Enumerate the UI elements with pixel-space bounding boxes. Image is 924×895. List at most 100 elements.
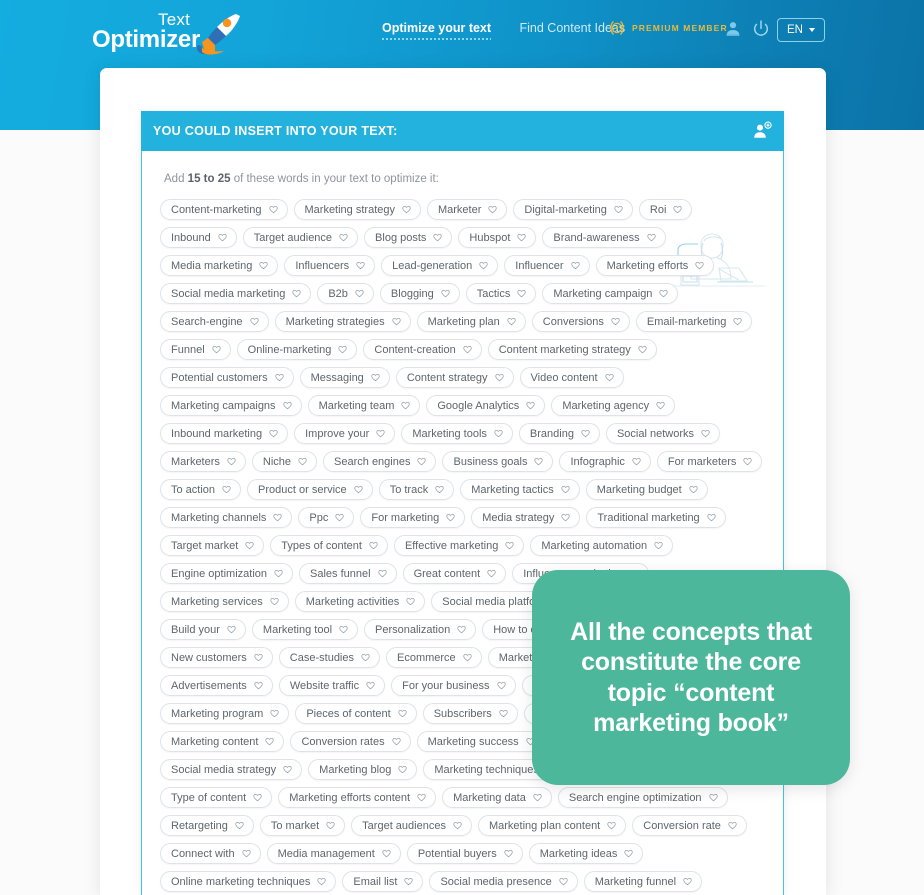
keyword-tag[interactable]: Marketing ideas bbox=[528, 843, 644, 864]
keyword-tag[interactable]: Marketing strategies bbox=[274, 311, 411, 332]
heart-icon[interactable] bbox=[496, 681, 506, 690]
heart-icon[interactable] bbox=[435, 485, 444, 494]
heart-icon[interactable] bbox=[728, 821, 737, 830]
heart-icon[interactable] bbox=[227, 625, 236, 634]
heart-icon[interactable] bbox=[355, 289, 364, 298]
keyword-tag[interactable]: Connect with bbox=[160, 843, 261, 864]
keyword-tag[interactable]: Type of content bbox=[160, 787, 273, 808]
keyword-tag[interactable]: Media management bbox=[266, 843, 401, 864]
keyword-tag[interactable]: Online-marketing bbox=[236, 339, 358, 360]
keyword-tag[interactable]: Marketing services bbox=[160, 591, 289, 612]
keyword-tag[interactable]: Ppc bbox=[298, 507, 355, 528]
heart-icon[interactable] bbox=[335, 513, 344, 522]
language-selector[interactable]: EN bbox=[777, 18, 825, 42]
heart-icon[interactable] bbox=[659, 289, 669, 298]
heart-icon[interactable] bbox=[505, 541, 514, 550]
keyword-tag[interactable]: Potential customers bbox=[160, 367, 294, 388]
keyword-tag[interactable]: Conversion rate bbox=[632, 815, 747, 836]
keyword-tag[interactable]: Marketing campaigns bbox=[160, 395, 302, 416]
keyword-tag[interactable]: Marketing plan content bbox=[477, 815, 627, 836]
keyword-tag[interactable]: Social media strategy bbox=[160, 759, 303, 780]
keyword-tag[interactable]: Types of content bbox=[270, 535, 388, 556]
keyword-tag[interactable]: Content-creation bbox=[363, 339, 482, 360]
heart-icon[interactable] bbox=[218, 233, 227, 242]
keyword-tag[interactable]: Social networks bbox=[605, 423, 721, 444]
heart-icon[interactable] bbox=[504, 849, 513, 858]
heart-icon[interactable] bbox=[507, 317, 516, 326]
keyword-tag[interactable]: Marketing efforts bbox=[595, 255, 715, 276]
heart-icon[interactable] bbox=[356, 261, 365, 270]
heart-icon[interactable] bbox=[339, 625, 348, 634]
keyword-tag[interactable]: To track bbox=[378, 479, 455, 500]
keyword-tag[interactable]: Marketing agency bbox=[551, 395, 676, 416]
keyword-tag[interactable]: Improve your bbox=[294, 423, 396, 444]
heart-icon[interactable] bbox=[494, 373, 504, 382]
heart-icon[interactable] bbox=[446, 513, 455, 522]
heart-icon[interactable] bbox=[274, 569, 283, 578]
keyword-tag[interactable]: Email-marketing bbox=[635, 311, 753, 332]
heart-icon[interactable] bbox=[517, 289, 527, 298]
heart-icon[interactable] bbox=[339, 233, 348, 242]
heart-icon[interactable] bbox=[292, 289, 301, 298]
heart-icon[interactable] bbox=[526, 401, 535, 410]
keyword-tag[interactable]: Marketing tools bbox=[401, 423, 513, 444]
keyword-tag[interactable]: Roi bbox=[638, 199, 693, 220]
keyword-tag[interactable]: Business goals bbox=[442, 451, 554, 472]
keyword-tag[interactable]: Messaging bbox=[299, 367, 390, 388]
keyword-tag[interactable]: Google Analytics bbox=[426, 395, 546, 416]
heart-icon[interactable] bbox=[227, 457, 236, 466]
heart-icon[interactable] bbox=[624, 849, 634, 858]
keyword-tag[interactable]: Retargeting bbox=[160, 815, 254, 836]
keyword-tag[interactable]: Inbound marketing bbox=[160, 423, 289, 444]
heart-icon[interactable] bbox=[463, 345, 472, 354]
keyword-tag[interactable]: Content strategy bbox=[395, 367, 514, 388]
keyword-tag[interactable]: Marketing efforts content bbox=[278, 787, 437, 808]
user-add-icon[interactable] bbox=[752, 121, 772, 141]
heart-icon[interactable] bbox=[222, 485, 231, 494]
heart-icon[interactable] bbox=[376, 429, 385, 438]
keyword-tag[interactable]: Engine optimization bbox=[160, 563, 294, 584]
heart-icon[interactable] bbox=[283, 765, 292, 774]
keyword-tag[interactable]: Build your bbox=[160, 619, 246, 640]
power-logout-icon[interactable] bbox=[751, 19, 771, 39]
heart-icon[interactable] bbox=[733, 317, 743, 326]
heart-icon[interactable] bbox=[433, 233, 443, 242]
keyword-tag[interactable]: Marketing content bbox=[160, 731, 285, 752]
heart-icon[interactable] bbox=[695, 261, 704, 270]
keyword-tag[interactable]: Marketing funnel bbox=[583, 871, 703, 892]
keyword-tag[interactable]: Social media presence bbox=[429, 871, 578, 892]
keyword-tag[interactable]: B2b bbox=[317, 283, 374, 304]
heart-icon[interactable] bbox=[701, 429, 710, 438]
heart-icon[interactable] bbox=[499, 709, 508, 718]
heart-icon[interactable] bbox=[249, 317, 259, 326]
keyword-tag[interactable]: Marketing team bbox=[307, 395, 421, 416]
keyword-tag[interactable]: Content marketing strategy bbox=[487, 339, 657, 360]
heart-icon[interactable] bbox=[534, 457, 544, 466]
heart-icon[interactable] bbox=[282, 401, 292, 410]
heart-icon[interactable] bbox=[298, 457, 307, 466]
heart-icon[interactable] bbox=[673, 205, 683, 214]
keyword-tag[interactable]: Marketing blog bbox=[308, 759, 418, 780]
heart-icon[interactable] bbox=[254, 681, 263, 690]
keyword-tag[interactable]: Marketing success bbox=[416, 731, 545, 752]
heart-icon[interactable] bbox=[656, 401, 665, 410]
heart-icon[interactable] bbox=[398, 765, 407, 774]
keyword-tag[interactable]: Sales funnel bbox=[299, 563, 397, 584]
user-account-icon[interactable] bbox=[723, 19, 743, 39]
keyword-tag[interactable]: Blog posts bbox=[364, 227, 453, 248]
heart-icon[interactable] bbox=[646, 233, 656, 242]
heart-icon[interactable] bbox=[212, 345, 221, 354]
keyword-tag[interactable]: Media strategy bbox=[471, 507, 581, 528]
heart-icon[interactable] bbox=[707, 513, 716, 522]
heart-icon[interactable] bbox=[457, 625, 466, 634]
heart-icon[interactable] bbox=[638, 345, 647, 354]
keyword-tag[interactable]: Target market bbox=[160, 535, 265, 556]
heart-icon[interactable] bbox=[377, 569, 387, 578]
nav-optimize-your-text[interactable]: Optimize your text bbox=[382, 21, 492, 40]
keyword-tag[interactable]: Product or service bbox=[247, 479, 373, 500]
heart-icon[interactable] bbox=[487, 569, 496, 578]
heart-icon[interactable] bbox=[581, 429, 590, 438]
heart-icon[interactable] bbox=[338, 345, 348, 354]
heart-icon[interactable] bbox=[611, 317, 620, 326]
heart-icon[interactable] bbox=[268, 205, 278, 214]
